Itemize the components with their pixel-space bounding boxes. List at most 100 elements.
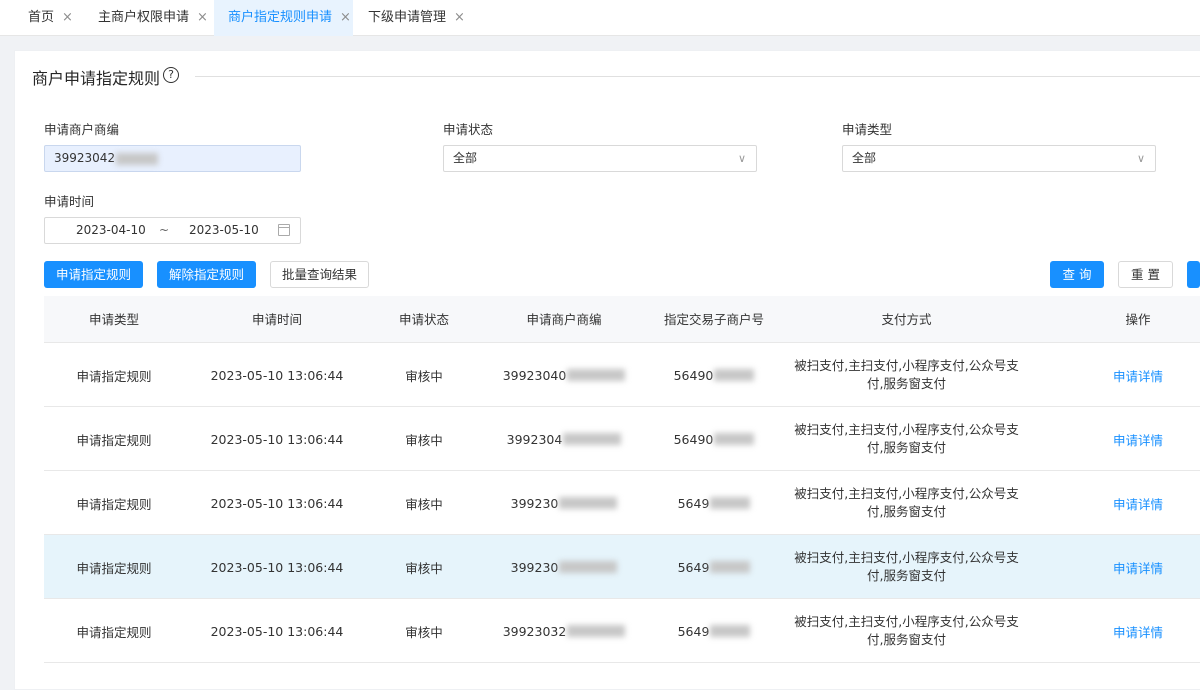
cell-time: 2023-05-10 13:06:44 [210, 559, 344, 575]
close-icon[interactable]: × [197, 10, 208, 25]
cell-status: 审核中 [405, 432, 443, 448]
date-range-picker[interactable]: 2023-04-10 ~ 2023-05-10 [44, 217, 301, 244]
redacted-mask [714, 433, 755, 445]
tab-label: 主商户权限申请 [98, 10, 190, 25]
calendar-icon [278, 224, 290, 236]
date-start: 2023-04-10 [76, 223, 146, 237]
sub-merchant-no-text: 5649 [677, 623, 710, 639]
cell-type: 申请指定规则 [76, 432, 152, 448]
type-select[interactable]: 全部 ∨ [842, 145, 1156, 172]
redacted-mask [563, 433, 622, 445]
redacted-mask [710, 497, 751, 509]
merchant-no-value: 39923042 [54, 151, 116, 165]
status-value: 全部 [453, 151, 478, 165]
merchant-no-text: 3992304 [506, 431, 563, 447]
cell-sub-merchant-no: 5649 [654, 535, 774, 599]
col-apply-status: 申请状态 [398, 312, 449, 327]
tab-label: 商户指定规则申请 [228, 10, 333, 25]
sub-merchant-no-text: 56490 [673, 367, 714, 383]
status-label: 申请状态 [443, 122, 494, 137]
cell-pay-method: 被扫支付,主扫支付,小程序支付,公众号支付,服务窗支付 [794, 422, 1019, 455]
cell-time: 2023-05-10 13:06:44 [210, 367, 344, 383]
tab-merchant-rule-apply[interactable]: 商户指定规则申请 × [214, 0, 353, 36]
tab-bar: 首页 × 主商户权限申请 × 商户指定规则申请 × 下级申请管理 × [0, 0, 1200, 36]
col-sub-merchant-no: 指定交易子商户号 [663, 312, 764, 327]
batch-query-result-button[interactable]: 批量查询结果 [270, 261, 369, 288]
cell-status: 审核中 [405, 560, 443, 576]
extra-button[interactable] [1187, 261, 1200, 288]
tab-label: 下级申请管理 [368, 10, 447, 25]
cell-merchant-no: 39923032 [499, 599, 629, 663]
query-button[interactable]: 查 询 [1050, 261, 1104, 288]
time-label: 申请时间 [44, 194, 95, 209]
close-icon[interactable]: × [454, 10, 465, 25]
merchant-no-text: 39923040 [502, 367, 567, 383]
merchant-no-text: 399230 [510, 559, 559, 575]
cell-sub-merchant-no: 56490 [654, 343, 774, 407]
apply-detail-link[interactable]: 申请详情 [1088, 599, 1188, 663]
cell-merchant-no: 399230 [499, 471, 629, 535]
cell-type: 申请指定规则 [76, 560, 152, 576]
cell-type: 申请指定规则 [76, 368, 152, 384]
date-end: 2023-05-10 [189, 223, 259, 237]
table-row: 申请指定规则 2023-05-10 13:06:44 审核中 3992304 5… [44, 407, 1200, 471]
redacted-mask [559, 561, 618, 573]
cell-merchant-no: 3992304 [499, 407, 629, 471]
release-rule-button[interactable]: 解除指定规则 [157, 261, 256, 288]
merchant-no-label: 申请商户商编 [44, 122, 120, 137]
cell-status: 审核中 [405, 496, 443, 512]
chevron-down-icon: ∨ [737, 152, 746, 165]
table-header: 申请类型 申请时间 申请状态 申请商户商编 指定交易子商户号 支付方式 操作 [44, 296, 1200, 343]
redacted-mask [714, 369, 755, 381]
status-select[interactable]: 全部 ∨ [443, 145, 757, 172]
merchant-no-text: 399230 [510, 495, 559, 511]
cell-merchant-no: 399230 [499, 535, 629, 599]
cell-sub-merchant-no: 5649 [654, 599, 774, 663]
table-row: 申请指定规则 2023-05-10 13:06:44 审核中 39923040 … [44, 343, 1200, 407]
tab-main-merchant-permission[interactable]: 主商户权限申请 × [84, 0, 208, 36]
sub-merchant-no-text: 5649 [677, 559, 710, 575]
cell-type: 申请指定规则 [76, 496, 152, 512]
cell-status: 审核中 [405, 624, 443, 640]
redacted-mask [559, 497, 618, 509]
cell-type: 申请指定规则 [76, 624, 152, 640]
cell-pay-method: 被扫支付,主扫支付,小程序支付,公众号支付,服务窗支付 [794, 550, 1019, 583]
redacted-mask [710, 561, 751, 573]
cell-pay-method: 被扫支付,主扫支付,小程序支付,公众号支付,服务窗支付 [794, 614, 1019, 647]
apply-detail-link[interactable]: 申请详情 [1088, 535, 1188, 599]
merchant-no-input[interactable]: 39923042 [44, 145, 301, 172]
col-merchant-no: 申请商户商编 [526, 312, 602, 327]
redacted-mask [567, 625, 626, 637]
page-title: 商户申请指定规则 [32, 69, 161, 88]
cell-time: 2023-05-10 13:06:44 [210, 495, 344, 511]
cell-time: 2023-05-10 13:06:44 [210, 623, 344, 639]
cell-sub-merchant-no: 5649 [654, 471, 774, 535]
cell-pay-method: 被扫支付,主扫支付,小程序支付,公众号支付,服务窗支付 [794, 486, 1019, 519]
close-icon[interactable]: × [62, 10, 73, 25]
apply-detail-link[interactable]: 申请详情 [1088, 343, 1188, 407]
table-row: 申请指定规则 2023-05-10 13:06:44 审核中 399230 56… [44, 471, 1200, 535]
col-pay-method: 支付方式 [881, 312, 932, 327]
type-label: 申请类型 [842, 122, 893, 137]
apply-detail-link[interactable]: 申请详情 [1088, 471, 1188, 535]
apply-rule-button[interactable]: 申请指定规则 [44, 261, 143, 288]
cell-time: 2023-05-10 13:06:44 [210, 431, 344, 447]
help-icon[interactable]: ? [163, 67, 179, 83]
redacted-mask [567, 369, 626, 381]
tab-home[interactable]: 首页 × [14, 0, 73, 36]
col-apply-type: 申请类型 [88, 312, 139, 327]
apply-detail-link[interactable]: 申请详情 [1088, 407, 1188, 471]
close-icon[interactable]: × [340, 10, 351, 25]
tab-label: 首页 [28, 10, 55, 25]
redacted-mask [116, 152, 159, 165]
merchant-no-text: 39923032 [502, 623, 567, 639]
table-row: 申请指定规则 2023-05-10 13:06:44 审核中 39923032 … [44, 599, 1200, 663]
title-divider [195, 76, 1200, 77]
redacted-mask [710, 625, 751, 637]
tab-subordinate-apply-manage[interactable]: 下级申请管理 × [354, 0, 465, 36]
reset-button[interactable]: 重 置 [1118, 261, 1173, 288]
date-separator: ~ [159, 223, 170, 237]
cell-pay-method: 被扫支付,主扫支付,小程序支付,公众号支付,服务窗支付 [794, 358, 1019, 391]
cell-merchant-no: 39923040 [499, 343, 629, 407]
col-action: 操作 [1125, 312, 1151, 327]
